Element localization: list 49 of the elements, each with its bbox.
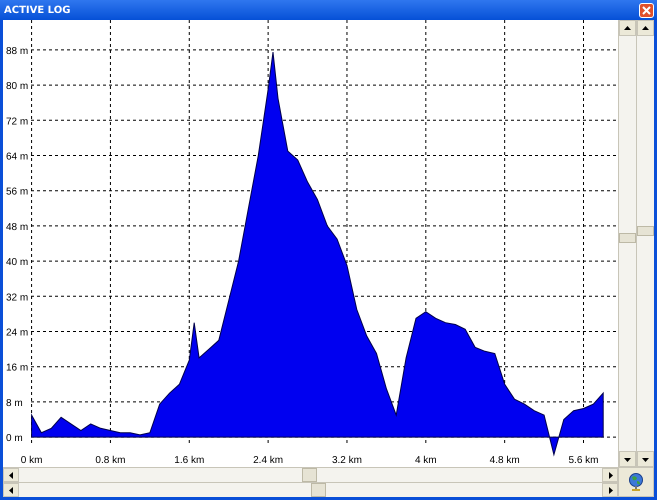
y-axis-label: 32 m xyxy=(6,292,28,304)
up-arrow-icon xyxy=(624,24,631,32)
scroll-down-button[interactable] xyxy=(619,451,636,467)
y-axis-label: 40 m xyxy=(6,257,28,268)
horizontal-scrollbar[interactable] xyxy=(3,467,618,482)
left-arrow-icon xyxy=(8,472,14,478)
scroll-left-button[interactable] xyxy=(3,468,19,482)
right-arrow-icon xyxy=(606,472,614,478)
close-icon xyxy=(642,6,651,14)
scroll-up-button[interactable] xyxy=(619,20,636,36)
globe-button[interactable] xyxy=(618,467,654,497)
vertical-scrollbar[interactable] xyxy=(618,20,636,467)
x-axis-label: 5.6 km xyxy=(568,455,599,466)
vertical-scrollbar[interactable] xyxy=(636,20,654,467)
x-axis-label: 0.8 km xyxy=(95,455,126,466)
y-axis-label: 8 m xyxy=(6,398,23,409)
scroll-left-button[interactable] xyxy=(3,483,19,497)
scroll-thumb[interactable] xyxy=(619,233,636,243)
scroll-thumb[interactable] xyxy=(311,483,326,497)
x-axis-label: 3.2 km xyxy=(332,455,362,466)
x-axis-label: 4 km xyxy=(414,455,437,466)
scroll-thumb[interactable] xyxy=(302,468,317,482)
horizontal-scrollbar[interactable] xyxy=(3,482,618,497)
close-button[interactable] xyxy=(639,2,654,18)
x-axis-label: 4.8 km xyxy=(490,455,520,466)
globe-icon xyxy=(627,472,645,492)
left-arrow-icon xyxy=(8,486,14,494)
x-axis-label: 0 km xyxy=(20,455,42,466)
scroll-right-button[interactable] xyxy=(602,483,618,497)
down-arrow-icon xyxy=(642,456,649,462)
y-axis-label: 48 m xyxy=(6,222,28,233)
right-arrow-icon xyxy=(606,486,614,494)
y-axis-label: 72 m xyxy=(6,116,28,128)
scroll-right-button[interactable] xyxy=(602,468,618,482)
window-title: ACTIVE LOG xyxy=(4,4,70,16)
y-axis-label: 64 m xyxy=(6,152,28,162)
x-axis-label: 1.6 km xyxy=(174,455,204,466)
y-axis-label: 80 m xyxy=(6,81,28,92)
up-arrow-icon xyxy=(642,24,649,32)
scroll-down-button[interactable] xyxy=(637,451,654,467)
down-arrow-icon xyxy=(624,456,631,462)
y-axis-label: 88 m xyxy=(6,46,28,57)
y-axis-label: 56 m xyxy=(6,186,28,198)
y-axis-label: 0 m xyxy=(6,433,23,444)
scroll-thumb[interactable] xyxy=(637,226,654,236)
y-axis-label: 24 m xyxy=(6,328,28,338)
y-axis-label: 16 m xyxy=(6,362,28,374)
x-axis-label: 2.4 km xyxy=(253,455,284,466)
scroll-up-button[interactable] xyxy=(637,20,654,36)
